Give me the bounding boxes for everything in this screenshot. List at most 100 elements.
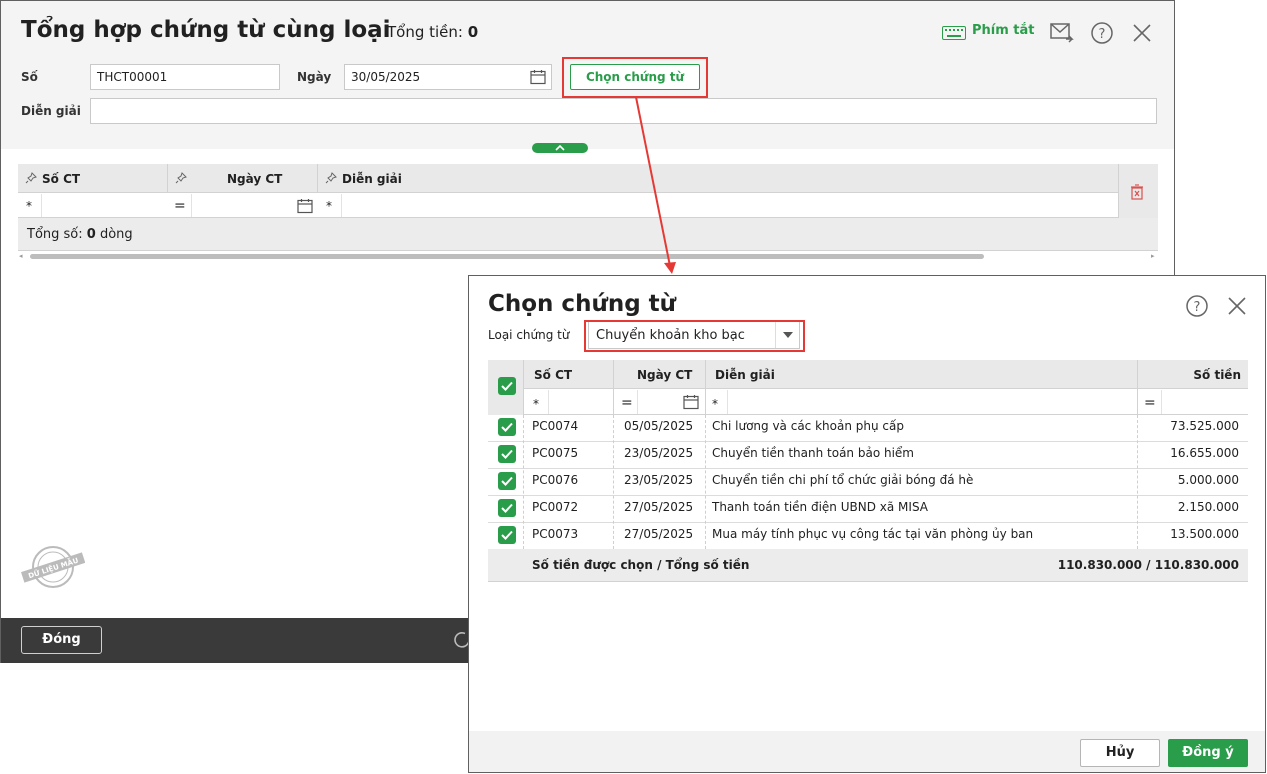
row-so-ct: PC0076 bbox=[532, 473, 579, 487]
checkbox-checked-icon bbox=[501, 422, 513, 432]
dlg-filter-op-so-tien[interactable]: = bbox=[1144, 395, 1156, 411]
row-dien-giai: Thanh toán tiền điện UBND xã MISA bbox=[712, 500, 928, 514]
row-dien-giai: Chuyển tiền thanh toán bảo hiểm bbox=[712, 446, 914, 460]
horizontal-scrollbar[interactable] bbox=[30, 254, 984, 259]
checkbox-checked-icon bbox=[501, 530, 513, 540]
row-so-ct: PC0074 bbox=[532, 419, 579, 433]
filter-op-dien-giai[interactable]: * bbox=[326, 199, 332, 213]
row-dien-giai: Chi lương và các khoản phụ cấp bbox=[712, 419, 904, 433]
row-so-tien: 2.150.000 bbox=[1177, 500, 1239, 514]
dlg-filter-op-dien-giai[interactable]: * bbox=[712, 397, 718, 411]
ngay-label: Ngày bbox=[297, 70, 332, 84]
col-dash bbox=[523, 415, 524, 549]
grid-col-ngay-ct[interactable]: Ngày CT bbox=[227, 172, 282, 186]
total-label: Tổng tiền: bbox=[387, 23, 463, 41]
filter-sep bbox=[548, 390, 549, 414]
grid-col-dien-giai[interactable]: Diễn giải bbox=[342, 172, 402, 186]
grid-col-so-ct[interactable]: Số CT bbox=[42, 172, 80, 186]
dlg-filter-op-so-ct[interactable]: * bbox=[533, 397, 539, 411]
summary-value: 110.830.000 / 110.830.000 bbox=[1057, 558, 1239, 572]
col-dash bbox=[613, 415, 614, 549]
row-checkbox[interactable] bbox=[498, 418, 516, 436]
row-checkbox[interactable] bbox=[498, 526, 516, 544]
dialog-grid-filter-row bbox=[488, 389, 1248, 415]
summary-label: Số tiền được chọn / Tổng số tiền bbox=[532, 558, 750, 572]
so-label: Số bbox=[21, 70, 38, 84]
row-divider bbox=[488, 522, 1248, 523]
ngay-value: 30/05/2025 bbox=[351, 70, 421, 84]
dialog-grid-header bbox=[488, 360, 1248, 389]
row-divider bbox=[488, 495, 1248, 496]
filter-sep bbox=[727, 390, 728, 414]
close-icon[interactable] bbox=[1227, 296, 1247, 316]
row-so-tien: 5.000.000 bbox=[1177, 473, 1239, 487]
dien-giai-input[interactable] bbox=[90, 98, 1157, 124]
close-icon[interactable] bbox=[1132, 23, 1152, 43]
help-icon[interactable]: ? bbox=[1090, 21, 1114, 45]
filter-sep bbox=[1161, 390, 1162, 414]
pin-icon[interactable] bbox=[175, 172, 187, 184]
row-so-tien: 16.655.000 bbox=[1170, 446, 1239, 460]
dien-giai-label: Diễn giải bbox=[21, 104, 81, 118]
calendar-icon[interactable] bbox=[530, 69, 546, 85]
total-amount: Tổng tiền: 0 bbox=[387, 23, 478, 41]
dlg-filter-op-ngay-ct[interactable]: = bbox=[621, 395, 633, 411]
row-ngay-ct: 27/05/2025 bbox=[624, 500, 694, 514]
filter-op-so-ct[interactable]: * bbox=[26, 199, 32, 213]
sample-data-stamp: DỮ LIỆU MẪU bbox=[21, 543, 86, 591]
svg-text:?: ? bbox=[1194, 300, 1201, 315]
ok-button[interactable]: Đồng ý bbox=[1168, 739, 1248, 767]
grid-summary: Tổng số: 0 dòng bbox=[27, 227, 133, 242]
shortcut-label: Phím tắt bbox=[972, 23, 1035, 38]
row-so-ct: PC0075 bbox=[532, 446, 579, 460]
close-button[interactable]: Đóng bbox=[21, 626, 102, 654]
dialog-title: Chọn chứng từ bbox=[488, 291, 677, 317]
checkbox-checked-icon bbox=[501, 381, 513, 391]
so-input[interactable]: THCT00001 bbox=[90, 64, 280, 90]
cancel-button[interactable]: Hủy bbox=[1080, 739, 1160, 767]
pin-icon[interactable] bbox=[25, 172, 37, 184]
dlg-col-so-ct[interactable]: Số CT bbox=[534, 368, 572, 382]
filter-sep bbox=[341, 194, 342, 217]
filter-sep bbox=[41, 194, 42, 217]
row-checkbox[interactable] bbox=[498, 445, 516, 463]
keyboard-icon bbox=[942, 26, 966, 40]
dlg-col-ngay-ct[interactable]: Ngày CT bbox=[637, 368, 692, 382]
total-value: 0 bbox=[467, 23, 479, 41]
row-ngay-ct: 05/05/2025 bbox=[624, 419, 694, 433]
col-dash bbox=[1137, 415, 1138, 549]
row-so-tien: 73.525.000 bbox=[1170, 419, 1239, 433]
row-so-ct: PC0073 bbox=[532, 527, 579, 541]
summary-prefix: Tổng số: bbox=[27, 227, 83, 242]
header-filter-sep bbox=[523, 388, 1248, 389]
help-icon[interactable]: ? bbox=[1185, 294, 1209, 318]
collapse-toggle[interactable] bbox=[532, 143, 588, 153]
scroll-left-arrow[interactable]: ◂ bbox=[19, 252, 23, 260]
dlg-col-dien-giai[interactable]: Diễn giải bbox=[715, 368, 775, 382]
row-divider bbox=[488, 468, 1248, 469]
filter-sep bbox=[191, 194, 192, 217]
row-checkbox[interactable] bbox=[498, 472, 516, 490]
page-title: Tổng hợp chứng từ cùng loại bbox=[21, 17, 391, 43]
row-divider bbox=[488, 441, 1248, 442]
svg-text:?: ? bbox=[1099, 27, 1106, 42]
row-checkbox[interactable] bbox=[498, 499, 516, 517]
select-all-checkbox[interactable] bbox=[498, 377, 516, 395]
stamp-graphic: DỮ LIỆU MẪU bbox=[21, 546, 86, 588]
dlg-col-so-tien[interactable]: Số tiền bbox=[1193, 368, 1241, 382]
ngay-input[interactable]: 30/05/2025 bbox=[344, 64, 552, 90]
calendar-icon[interactable] bbox=[683, 394, 699, 410]
filter-op-ngay-ct[interactable]: = bbox=[174, 198, 186, 214]
row-ngay-ct: 27/05/2025 bbox=[624, 527, 694, 541]
calendar-icon[interactable] bbox=[297, 198, 313, 214]
scroll-right-arrow[interactable]: ▸ bbox=[1151, 252, 1155, 260]
summary-suffix: dòng bbox=[99, 227, 133, 242]
row-dien-giai: Mua máy tính phục vụ công tác tại văn ph… bbox=[712, 527, 1034, 541]
delete-icon[interactable] bbox=[1130, 184, 1144, 200]
checkbox-checked-icon bbox=[501, 476, 513, 486]
pin-icon[interactable] bbox=[325, 172, 337, 184]
highlight-box-choose bbox=[562, 57, 708, 98]
mail-forward-icon[interactable] bbox=[1050, 22, 1074, 44]
grid-action-column bbox=[1118, 164, 1158, 218]
grid-summary-row bbox=[18, 218, 1158, 251]
